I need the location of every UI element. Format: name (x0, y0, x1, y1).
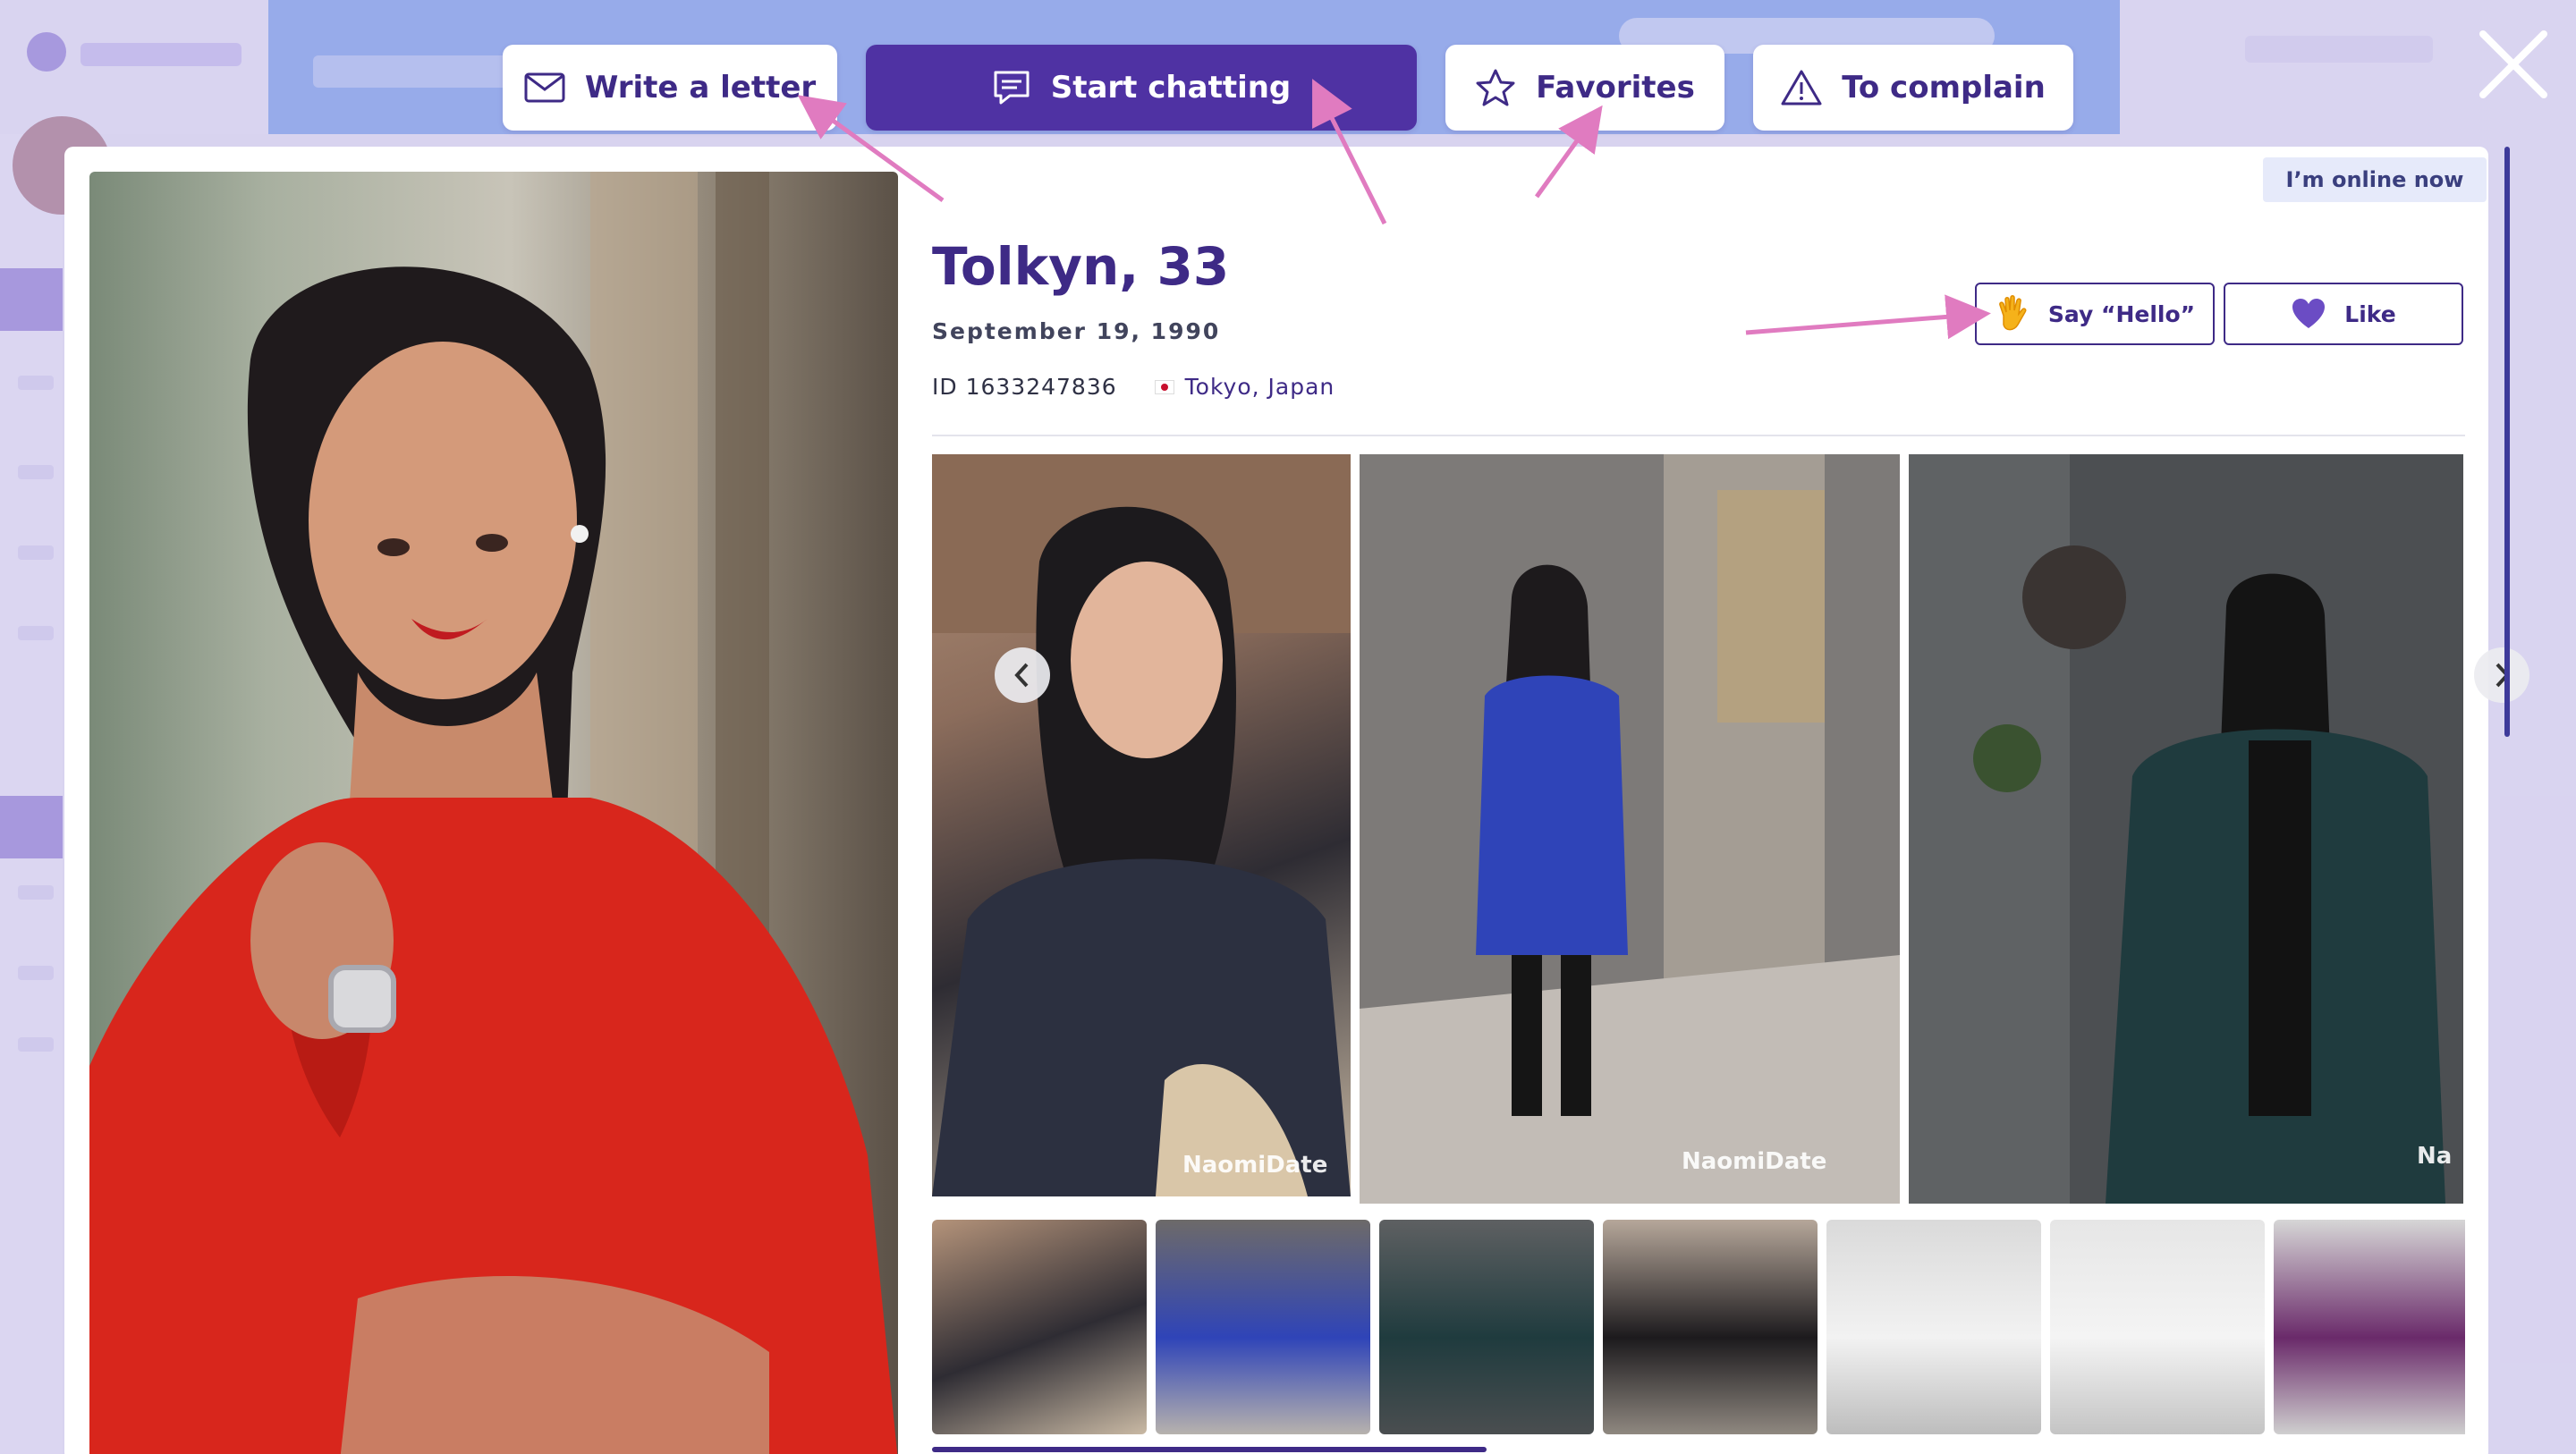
heart-icon (2292, 299, 2326, 328)
say-hello-button[interactable]: Say “Hello” (1975, 283, 2215, 345)
portrait-illustration (89, 172, 898, 1454)
envelope-icon (524, 72, 565, 103)
thumbnail[interactable] (1379, 1220, 1594, 1434)
gallery-photo[interactable]: NaomiDate (1360, 454, 1900, 1204)
chat-bubble-icon (994, 71, 1030, 105)
watermark: NaomiDate (1182, 1152, 1328, 1179)
thumbnail[interactable] (2050, 1220, 2265, 1434)
profile-modal: I’m online now Tolkyn, 33 September 19, … (64, 147, 2529, 1454)
close-icon[interactable] (2476, 27, 2551, 102)
gallery-photo-illustration (1909, 454, 2463, 1204)
complain-button[interactable]: To complain (1753, 45, 2073, 131)
profile-name-age: Tolkyn, 33 (932, 236, 1230, 297)
star-icon (1476, 69, 1515, 106)
gallery-photo[interactable]: NaomiDate (932, 454, 1351, 1196)
write-letter-button[interactable]: Write a letter (503, 45, 837, 131)
gallery-photo-illustration (932, 454, 1351, 1196)
profile-id: ID 1633247836 (932, 374, 1117, 400)
thumbnail[interactable] (1156, 1220, 1370, 1434)
profile-meta-row: ID 1633247836 Tokyo, Japan (932, 374, 1335, 400)
gallery-next-button[interactable] (2474, 647, 2529, 703)
waving-hand-icon (1999, 295, 2027, 331)
thumbnail-scroll-indicator[interactable] (932, 1447, 1487, 1452)
modal-scrollbar[interactable] (2504, 147, 2510, 737)
thumbnail[interactable] (1603, 1220, 1818, 1434)
gallery-prev-button[interactable] (995, 647, 1050, 703)
profile-birthdate: September 19, 1990 (932, 318, 1221, 344)
japan-flag-icon (1154, 379, 1174, 394)
main-profile-photo[interactable] (89, 172, 898, 1454)
thumbnail[interactable] (932, 1220, 1147, 1434)
chevron-left-icon (1014, 663, 1029, 688)
complain-label: To complain (1842, 70, 2046, 106)
start-chatting-button[interactable]: Start chatting (866, 45, 1417, 131)
gallery-photo-illustration (1360, 454, 1900, 1204)
watermark: Na (2417, 1143, 2453, 1170)
watermark: NaomiDate (1682, 1148, 1827, 1175)
thumbnail-strip (932, 1220, 2465, 1438)
favorites-label: Favorites (1536, 70, 1695, 106)
profile-location: Tokyo, Japan (1184, 374, 1335, 400)
thumbnail[interactable] (2274, 1220, 2465, 1434)
like-label: Like (2344, 300, 2396, 327)
start-chatting-label: Start chatting (1050, 70, 1292, 106)
say-hello-label: Say “Hello” (2047, 300, 2196, 327)
like-button[interactable]: Like (2224, 283, 2463, 345)
gallery-photo[interactable]: Na (1909, 454, 2463, 1204)
warning-icon (1781, 70, 1822, 106)
online-status-badge: I’m online now (2263, 157, 2487, 202)
write-letter-label: Write a letter (584, 70, 817, 106)
favorites-button[interactable]: Favorites (1445, 45, 1724, 131)
profile-divider (932, 435, 2465, 436)
thumbnail[interactable] (1826, 1220, 2041, 1434)
